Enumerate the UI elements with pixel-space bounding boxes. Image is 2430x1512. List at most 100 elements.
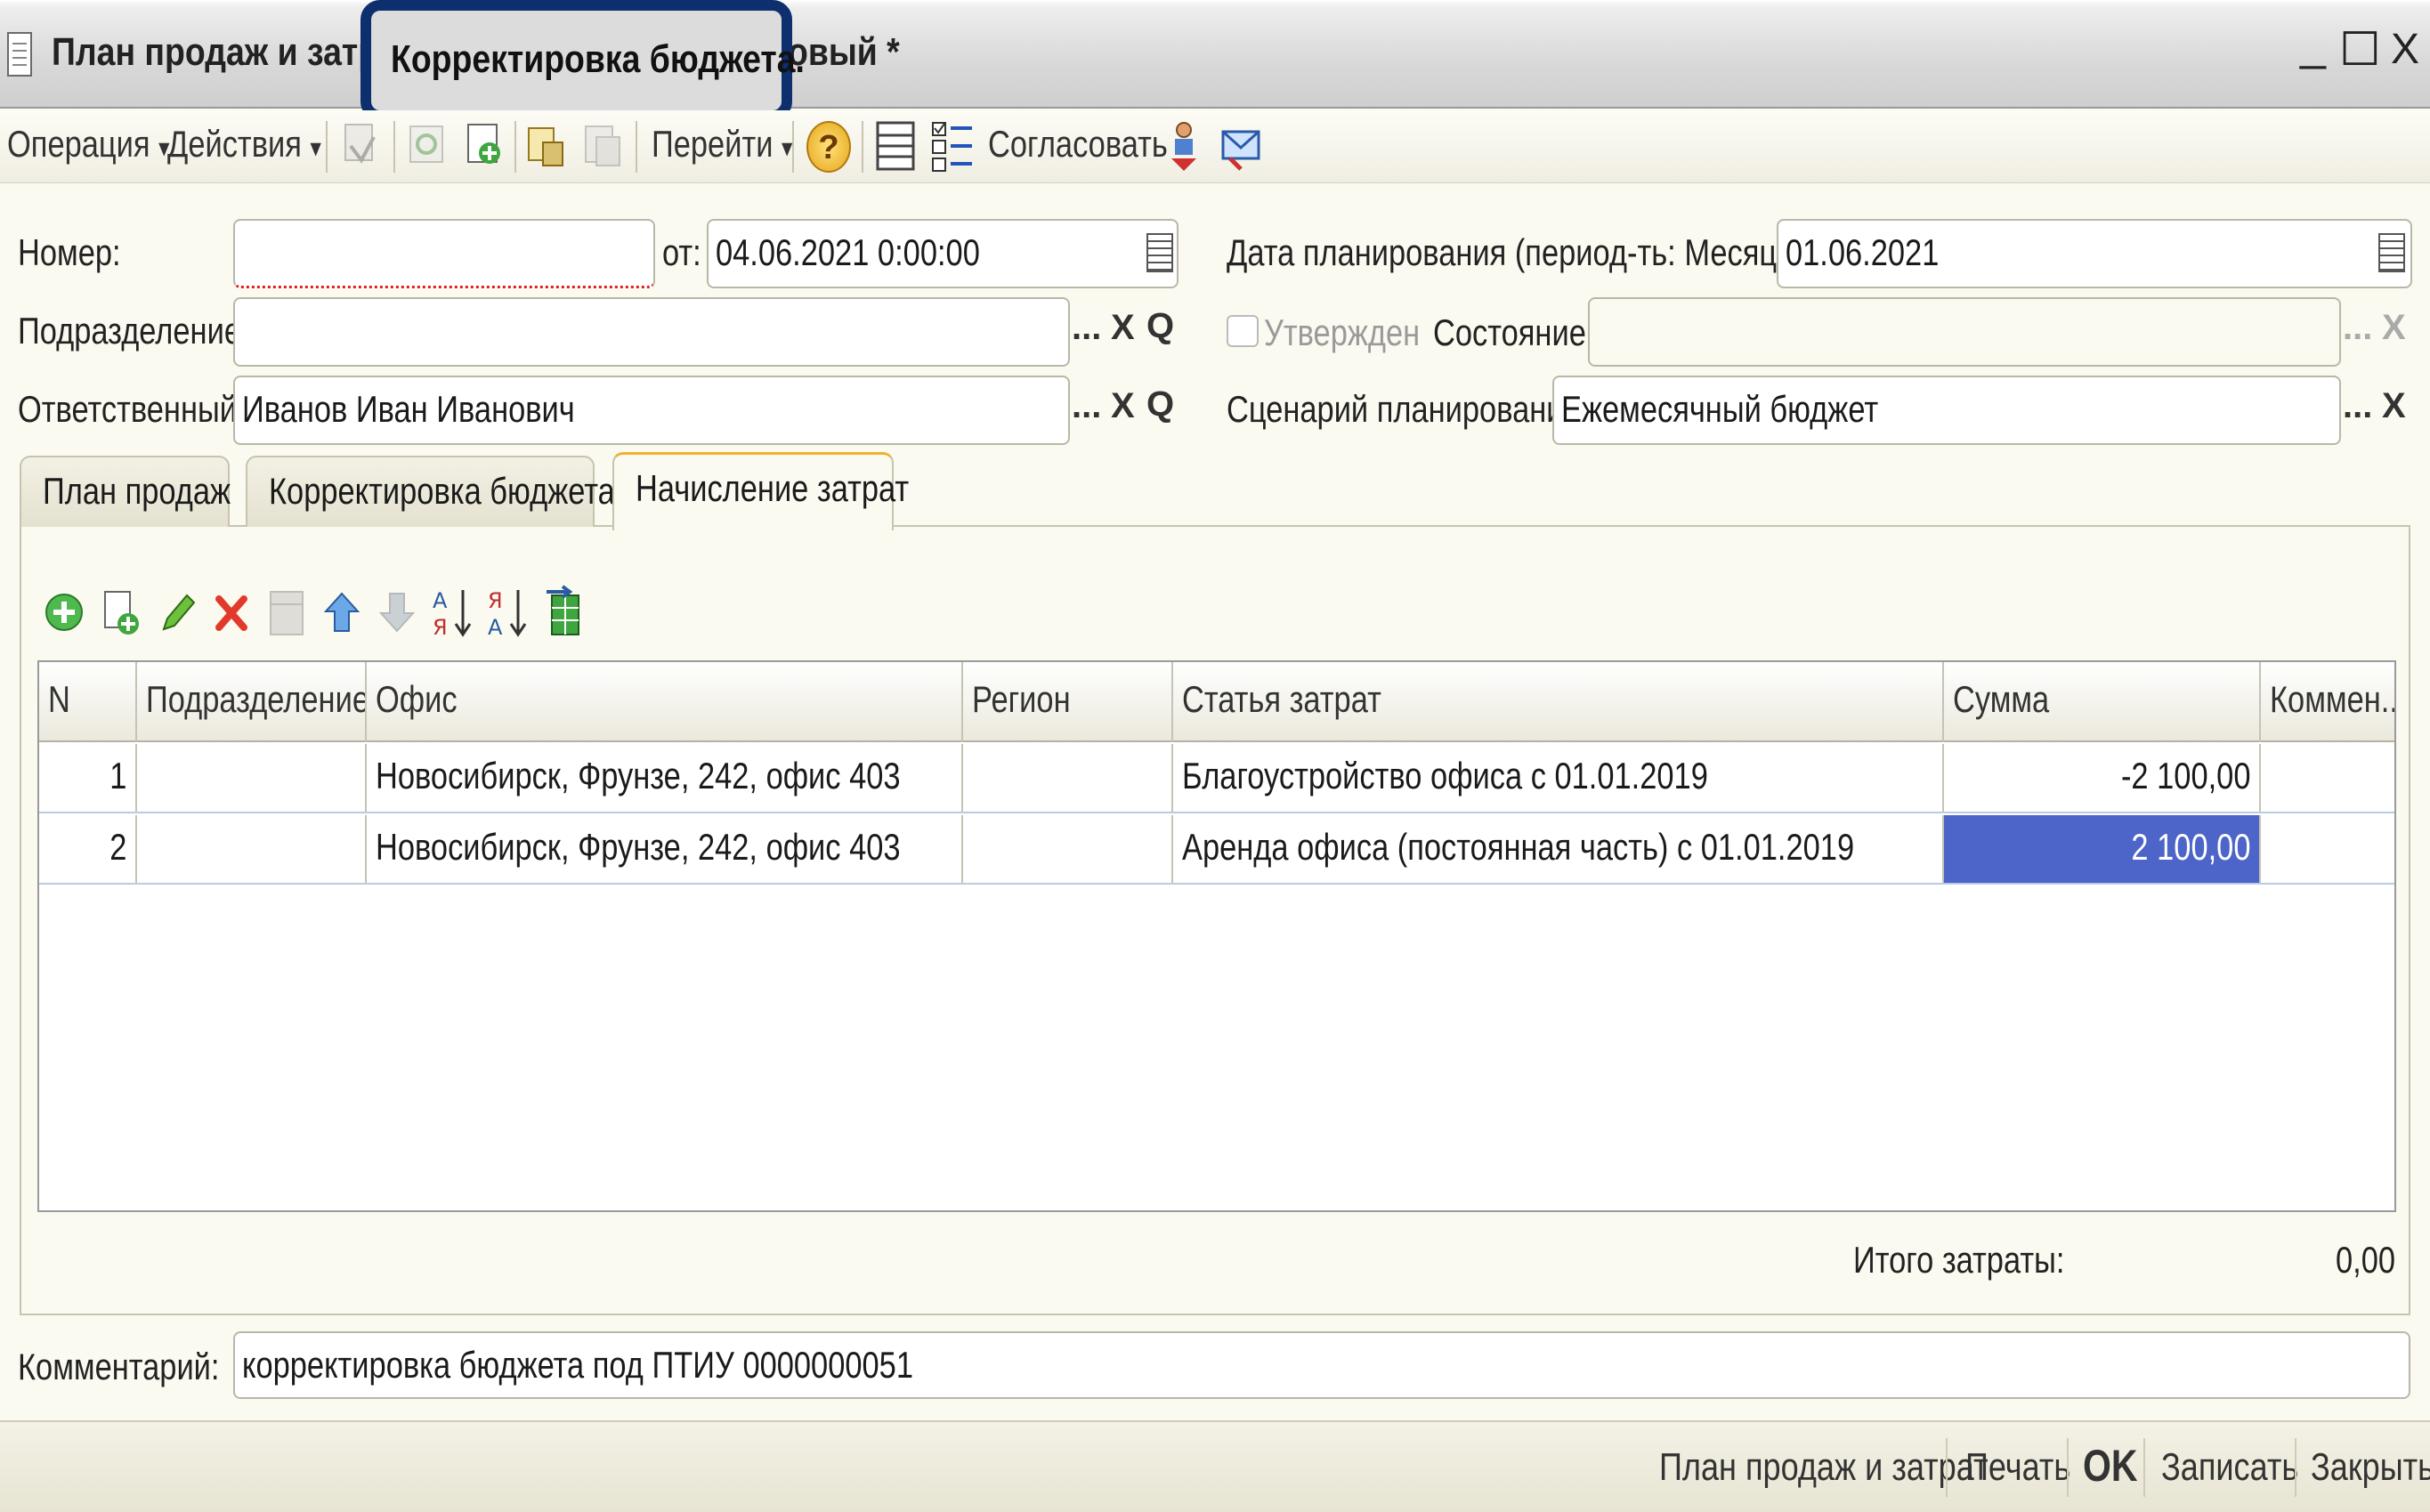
cell-cost-item[interactable]: Аренда офиса (постоянная часть) с 01.01.… bbox=[1173, 815, 1944, 883]
cell-office[interactable]: Новосибирск, Фрунзе, 242, офис 403 bbox=[367, 815, 963, 883]
move-up-icon[interactable] bbox=[320, 583, 363, 642]
scenario-field[interactable]: Ежемесячный бюджет bbox=[1552, 376, 2341, 445]
sort-descending-icon[interactable]: Я A bbox=[486, 583, 529, 642]
user-route-icon[interactable] bbox=[1162, 119, 1207, 173]
print-button[interactable]: Печать bbox=[1965, 1445, 2070, 1490]
tab-cost-accrual[interactable]: Начисление затрат bbox=[612, 452, 909, 530]
scenario-label: Сценарий планирования: bbox=[1227, 388, 1589, 430]
checklist-icon[interactable] bbox=[931, 119, 976, 173]
state-label: Состояние: bbox=[1433, 311, 1595, 353]
planning-date-label: Дата планирования (период-ть: Месяц): bbox=[1227, 231, 1796, 273]
department-select-button[interactable]: ... bbox=[1072, 308, 1101, 348]
post-document-icon[interactable] bbox=[338, 119, 383, 173]
cell-region[interactable] bbox=[963, 815, 1173, 883]
state-field[interactable] bbox=[1588, 297, 2341, 367]
ok-button[interactable]: OK bbox=[2083, 1440, 2138, 1492]
send-mail-icon[interactable] bbox=[1219, 119, 1264, 173]
movements-icon[interactable] bbox=[580, 119, 625, 173]
calendar-icon[interactable] bbox=[2378, 233, 2405, 272]
tab-sales-plan[interactable]: План продаж bbox=[20, 456, 231, 527]
total-costs-value: 0,00 bbox=[2336, 1239, 2396, 1281]
scenario-select-button[interactable]: ... bbox=[2343, 386, 2372, 426]
toolbar-separator bbox=[393, 121, 395, 173]
table-row[interactable]: 1 Новосибирск, Фрунзе, 242, офис 403 Бла… bbox=[39, 744, 2394, 813]
title-highlight-box: Корректировка бюджета. bbox=[360, 0, 805, 121]
edit-row-icon[interactable] bbox=[155, 583, 198, 642]
toolbar-separator bbox=[792, 121, 794, 173]
list-icon[interactable] bbox=[874, 119, 919, 173]
goto-menu[interactable]: Перейти ▾ bbox=[652, 123, 792, 166]
cell-sum[interactable]: -2 100,00 bbox=[1944, 744, 2261, 812]
cell-department[interactable] bbox=[137, 815, 367, 883]
toolbar-separator bbox=[326, 121, 328, 173]
cell-region[interactable] bbox=[963, 744, 1173, 812]
cell-n[interactable]: 2 bbox=[39, 815, 137, 883]
calendar-icon[interactable] bbox=[1146, 233, 1173, 272]
tab-budget-correction[interactable]: Корректировка бюджета bbox=[246, 456, 615, 527]
state-select-button[interactable]: ... bbox=[2343, 308, 2372, 348]
minimize-button[interactable]: _ bbox=[2300, 18, 2326, 71]
cost-accrual-table[interactable]: N Подразделение Офис Регион Статья затра… bbox=[37, 660, 2396, 1212]
responsible-label: Ответственный: bbox=[18, 388, 246, 430]
cell-cost-item[interactable]: Благоустройство офиса с 01.01.2019 bbox=[1173, 744, 1944, 812]
svg-text:A: A bbox=[488, 615, 503, 640]
operation-menu[interactable]: Операция ▾ bbox=[7, 123, 169, 166]
responsible-field[interactable]: Иванов Иван Иванович bbox=[233, 376, 1070, 445]
number-field[interactable] bbox=[233, 219, 655, 288]
column-header-n[interactable]: N bbox=[39, 662, 137, 742]
column-header-region[interactable]: Регион bbox=[963, 662, 1173, 742]
fill-table-icon[interactable] bbox=[543, 583, 586, 642]
department-search-icon[interactable]: Q bbox=[1146, 306, 1174, 346]
department-label: Подразделение: bbox=[18, 310, 250, 352]
cell-n[interactable]: 1 bbox=[39, 744, 137, 812]
department-field[interactable] bbox=[233, 297, 1070, 367]
total-costs-label: Итого затраты: bbox=[1853, 1239, 2065, 1281]
add-row-icon[interactable] bbox=[43, 583, 85, 642]
toolbar-separator bbox=[514, 121, 516, 173]
responsible-clear-button[interactable]: X bbox=[1111, 386, 1135, 426]
responsible-select-button[interactable]: ... bbox=[1072, 386, 1101, 426]
window-title-highlight: Корректировка бюджета. bbox=[391, 37, 805, 81]
copy-row-icon[interactable] bbox=[100, 583, 142, 642]
department-clear-button[interactable]: X bbox=[1111, 308, 1135, 348]
cell-department[interactable] bbox=[137, 744, 367, 812]
copy-document-icon[interactable] bbox=[463, 119, 507, 173]
comment-field[interactable]: корректировка бюджета под ПТИУ 000000005… bbox=[233, 1331, 2410, 1399]
save-button[interactable]: Записать bbox=[2161, 1445, 2298, 1490]
approve-button[interactable]: Согласовать bbox=[988, 123, 1168, 166]
table-header: N Подразделение Офис Регион Статья затра… bbox=[39, 662, 2394, 742]
cell-comment[interactable] bbox=[2261, 744, 2394, 812]
column-header-comment[interactable]: Коммен... bbox=[2261, 662, 2394, 742]
column-header-department[interactable]: Подразделение bbox=[137, 662, 367, 742]
column-header-cost-item[interactable]: Статья затрат bbox=[1173, 662, 1944, 742]
close-button[interactable]: Закрыть bbox=[2311, 1445, 2430, 1490]
actions-menu[interactable]: Действия ▾ bbox=[167, 123, 321, 166]
toolbar-separator bbox=[862, 121, 863, 173]
approved-checkbox[interactable] bbox=[1227, 315, 1259, 347]
print-plan-button[interactable]: План продаж и затрат bbox=[1659, 1445, 1989, 1490]
cell-sum-selected[interactable]: 2 100,00 bbox=[1944, 815, 2261, 883]
sort-ascending-icon[interactable]: A Я bbox=[431, 583, 474, 642]
maximize-button[interactable]: ☐ bbox=[2339, 23, 2381, 77]
responsible-search-icon[interactable]: Q bbox=[1146, 384, 1174, 424]
column-header-sum[interactable]: Сумма bbox=[1944, 662, 2261, 742]
svg-text:Я: Я bbox=[488, 588, 503, 613]
column-header-office[interactable]: Офис bbox=[367, 662, 963, 742]
refresh-icon[interactable] bbox=[405, 119, 450, 173]
cell-comment[interactable] bbox=[2261, 815, 2394, 883]
bottom-separator bbox=[1946, 1438, 1948, 1497]
scenario-clear-button[interactable]: X bbox=[2382, 386, 2406, 426]
close-window-button[interactable]: X bbox=[2391, 25, 2419, 74]
state-clear-button[interactable]: X bbox=[2382, 308, 2406, 348]
dropdown-arrow-icon: ▾ bbox=[782, 133, 793, 163]
end-edit-icon[interactable] bbox=[265, 583, 308, 642]
move-down-icon[interactable] bbox=[376, 583, 418, 642]
cell-office[interactable]: Новосибирск, Фрунзе, 242, офис 403 bbox=[367, 744, 963, 812]
structure-icon[interactable] bbox=[525, 119, 570, 173]
document-date-field[interactable]: 04.06.2021 0:00:00 bbox=[707, 219, 1179, 288]
table-row[interactable]: 2 Новосибирск, Фрунзе, 242, офис 403 Аре… bbox=[39, 815, 2394, 885]
planning-date-field[interactable]: 01.06.2021 bbox=[1777, 219, 2412, 288]
delete-row-icon[interactable] bbox=[210, 583, 253, 642]
help-icon[interactable]: ? bbox=[806, 121, 851, 173]
comment-label: Комментарий: bbox=[18, 1346, 220, 1387]
